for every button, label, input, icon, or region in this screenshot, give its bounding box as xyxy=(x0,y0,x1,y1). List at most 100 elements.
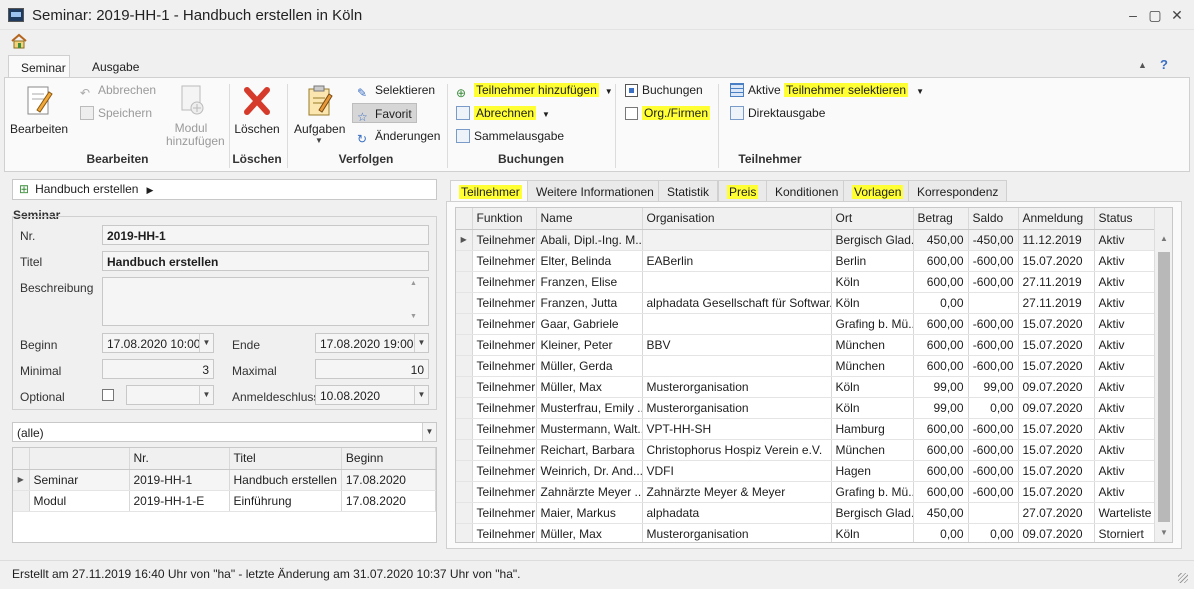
beginn-field[interactable]: 17.08.2020 10:00 ▼ xyxy=(102,333,214,353)
maximal-field[interactable]: 10 xyxy=(315,359,429,379)
table-row[interactable]: Teilnehmer Reichart, Barbara Christophorus… xyxy=(456,439,1155,461)
column-header[interactable]: Name xyxy=(536,208,643,230)
minimize-button[interactable]: – xyxy=(1124,6,1142,24)
tab-teilnehmer[interactable]: Teilnehmer xyxy=(450,180,531,202)
cancel-button[interactable]: ↶ Abbrechen xyxy=(80,80,156,100)
column-header[interactable]: Beginn xyxy=(341,448,437,470)
table-row[interactable]: Teilnehmer Gaar, Gabriele Grafing b. Mü...… xyxy=(456,313,1155,335)
home-icon[interactable] xyxy=(10,33,28,49)
table-row[interactable]: Teilnehmer Müller, Gerda München 600,00 -600… xyxy=(456,355,1155,377)
beschreibung-field[interactable] xyxy=(102,277,429,326)
tasks-button[interactable]: Aufgaben ▼ xyxy=(294,84,345,145)
cell: Teilnehmer xyxy=(472,355,537,377)
vertical-scrollbar[interactable]: ▲ ▼ xyxy=(1154,208,1172,542)
tab-konditionen[interactable]: Konditionen xyxy=(766,180,848,201)
cell: Teilnehmer xyxy=(472,334,537,356)
tab-seminar-label: Seminar xyxy=(21,61,66,75)
scroll-up-icon[interactable]: ▲ xyxy=(1160,234,1168,243)
column-header[interactable]: Betrag xyxy=(913,208,969,230)
maximize-button[interactable]: ▢ xyxy=(1146,6,1164,24)
column-header[interactable]: Anmeldung xyxy=(1018,208,1095,230)
table-row[interactable]: Teilnehmer Maier, Markus alphadata Bergisch… xyxy=(456,502,1155,524)
table-row[interactable]: Teilnehmer Weinrich, Dr. And... VDFI Hagen 6… xyxy=(456,460,1155,482)
column-header[interactable]: Funktion xyxy=(472,208,537,230)
nr-field[interactable]: 2019-HH-1 xyxy=(102,225,429,245)
table-row[interactable]: ▶ Teilnehmer Abali, Dipl.-Ing. M... Bergisc… xyxy=(456,229,1155,251)
direct-output-button[interactable]: Direktausgabe xyxy=(730,103,825,123)
ende-field[interactable]: 17.08.2020 19:00 ▼ xyxy=(315,333,429,353)
titel-field[interactable]: Handbuch erstellen xyxy=(102,251,429,271)
column-header[interactable]: Saldo xyxy=(968,208,1019,230)
favorite-label: Favorit xyxy=(375,107,412,121)
bulk-output-button[interactable]: Sammelausgabe xyxy=(456,126,564,146)
bookings-toggle[interactable]: Buchungen xyxy=(625,80,703,100)
column-header[interactable]: Status xyxy=(1094,208,1155,230)
tab-korrespondenz[interactable]: Korrespondenz xyxy=(908,180,1008,201)
filter-select[interactable]: (alle) ▼ xyxy=(12,422,437,442)
add-participant-button[interactable]: ⊕ Teilnehmer hinzufügen ▼ xyxy=(456,80,613,100)
column-header[interactable]: Ort xyxy=(831,208,914,230)
column-header[interactable]: Organisation xyxy=(642,208,832,230)
tab-seminar[interactable]: Seminar xyxy=(8,55,70,78)
table-row[interactable]: Teilnehmer Musterfrau, Emily ... Musterorg… xyxy=(456,397,1155,419)
document-stack-icon xyxy=(456,129,470,143)
billing-label: Abrechnen xyxy=(474,106,537,120)
optional-checkbox[interactable] xyxy=(102,389,114,401)
chevron-down-icon[interactable]: ▼ xyxy=(422,423,436,441)
tab-preis[interactable]: Preis xyxy=(718,180,768,201)
tab-vorlagen[interactable]: Vorlagen xyxy=(843,180,913,201)
table-row[interactable]: Teilnehmer Müller, Max Musterorganisation K… xyxy=(456,523,1155,542)
table-row[interactable]: ▶ Seminar 2019-HH-1 Handbuch erstellen 1… xyxy=(13,469,437,491)
tab-weitere-informationen[interactable]: Weitere Informationen xyxy=(527,180,663,201)
cell: 600,00 xyxy=(913,250,969,272)
cell: Teilnehmer xyxy=(472,397,537,419)
table-row[interactable]: Teilnehmer Elter, Belinda EABerlin Berlin 60… xyxy=(456,250,1155,272)
select-active-participants-button[interactable]: Aktive Teilnehmer selektieren ▼ xyxy=(730,80,924,100)
bookings-label: Buchungen xyxy=(642,83,703,97)
orgs-toggle[interactable]: Org./Firmen xyxy=(625,103,711,123)
chevron-down-icon[interactable]: ▼ xyxy=(199,386,213,404)
tab-statistik[interactable]: Statistik xyxy=(658,180,719,201)
select-button[interactable]: ✎ Selektieren xyxy=(357,80,435,100)
scrollbar-thumb[interactable] xyxy=(1158,252,1170,522)
column-header[interactable]: Titel xyxy=(229,448,342,470)
scroll-down-icon[interactable]: ▼ xyxy=(1160,528,1168,537)
cell: -600,00 xyxy=(968,439,1019,461)
breadcrumb[interactable]: ⊞ Handbuch erstellen ▶ xyxy=(12,179,437,200)
cell: Teilnehmer xyxy=(472,292,537,314)
chevron-down-icon[interactable]: ▼ xyxy=(414,386,428,404)
table-row[interactable]: Teilnehmer Mustermann, Walt... VPT-HH-SH Ha… xyxy=(456,418,1155,440)
table-row[interactable]: Teilnehmer Kleiner, Peter BBV München 600,00… xyxy=(456,334,1155,356)
favorite-button[interactable]: ☆ Favorit xyxy=(352,103,417,124)
add-module-button[interactable]: Modul hinzufügen xyxy=(160,84,225,148)
collapse-ribbon-icon[interactable]: ▲ xyxy=(1138,60,1147,70)
chevron-down-icon[interactable]: ▼ xyxy=(199,334,213,352)
cell: Christophorus Hospiz Verein e.V. xyxy=(642,439,832,461)
column-header[interactable]: Nr. xyxy=(129,448,230,470)
chevron-down-icon: ▼ xyxy=(604,87,613,96)
cell: -600,00 xyxy=(968,481,1019,503)
column-header[interactable] xyxy=(29,448,130,470)
minimal-field[interactable]: 3 xyxy=(102,359,214,379)
close-button[interactable]: ✕ xyxy=(1168,6,1186,24)
scroll-up-icon[interactable]: ▲ xyxy=(410,280,417,287)
cell: 15.07.2020 xyxy=(1018,250,1095,272)
delete-button[interactable]: Löschen xyxy=(234,84,280,136)
save-button[interactable]: Speichern xyxy=(80,103,152,123)
edit-button[interactable]: Bearbeiten xyxy=(10,84,68,136)
resize-grip-icon[interactable] xyxy=(1178,573,1188,583)
table-row[interactable]: Modul 2019-HH-1-E Einführung 17.08.2020 xyxy=(13,490,437,512)
anmeldeschluss-field[interactable]: 10.08.2020 ▼ xyxy=(315,385,429,405)
help-icon[interactable]: ? xyxy=(1160,57,1168,72)
table-row[interactable]: Teilnehmer Müller, Max Musterorganisation K… xyxy=(456,376,1155,398)
table-row[interactable]: Teilnehmer Franzen, Jutta alphadata Gesell… xyxy=(456,292,1155,314)
billing-button[interactable]: Abrechnen ▼ xyxy=(456,103,550,123)
table-row[interactable]: Teilnehmer Franzen, Elise Köln 600,00 -600,0… xyxy=(456,271,1155,293)
tab-ausgabe[interactable]: Ausgabe xyxy=(80,55,151,78)
changes-button[interactable]: ↻ Änderungen xyxy=(357,126,440,146)
optional-select[interactable]: ▼ xyxy=(126,385,214,405)
scroll-down-icon[interactable]: ▼ xyxy=(410,313,417,320)
chevron-down-icon[interactable]: ▼ xyxy=(414,334,428,352)
table-row[interactable]: Teilnehmer Zahnärzte Meyer ... Zahnärzte M… xyxy=(456,481,1155,503)
cell: 17.08.2020 xyxy=(341,469,437,491)
